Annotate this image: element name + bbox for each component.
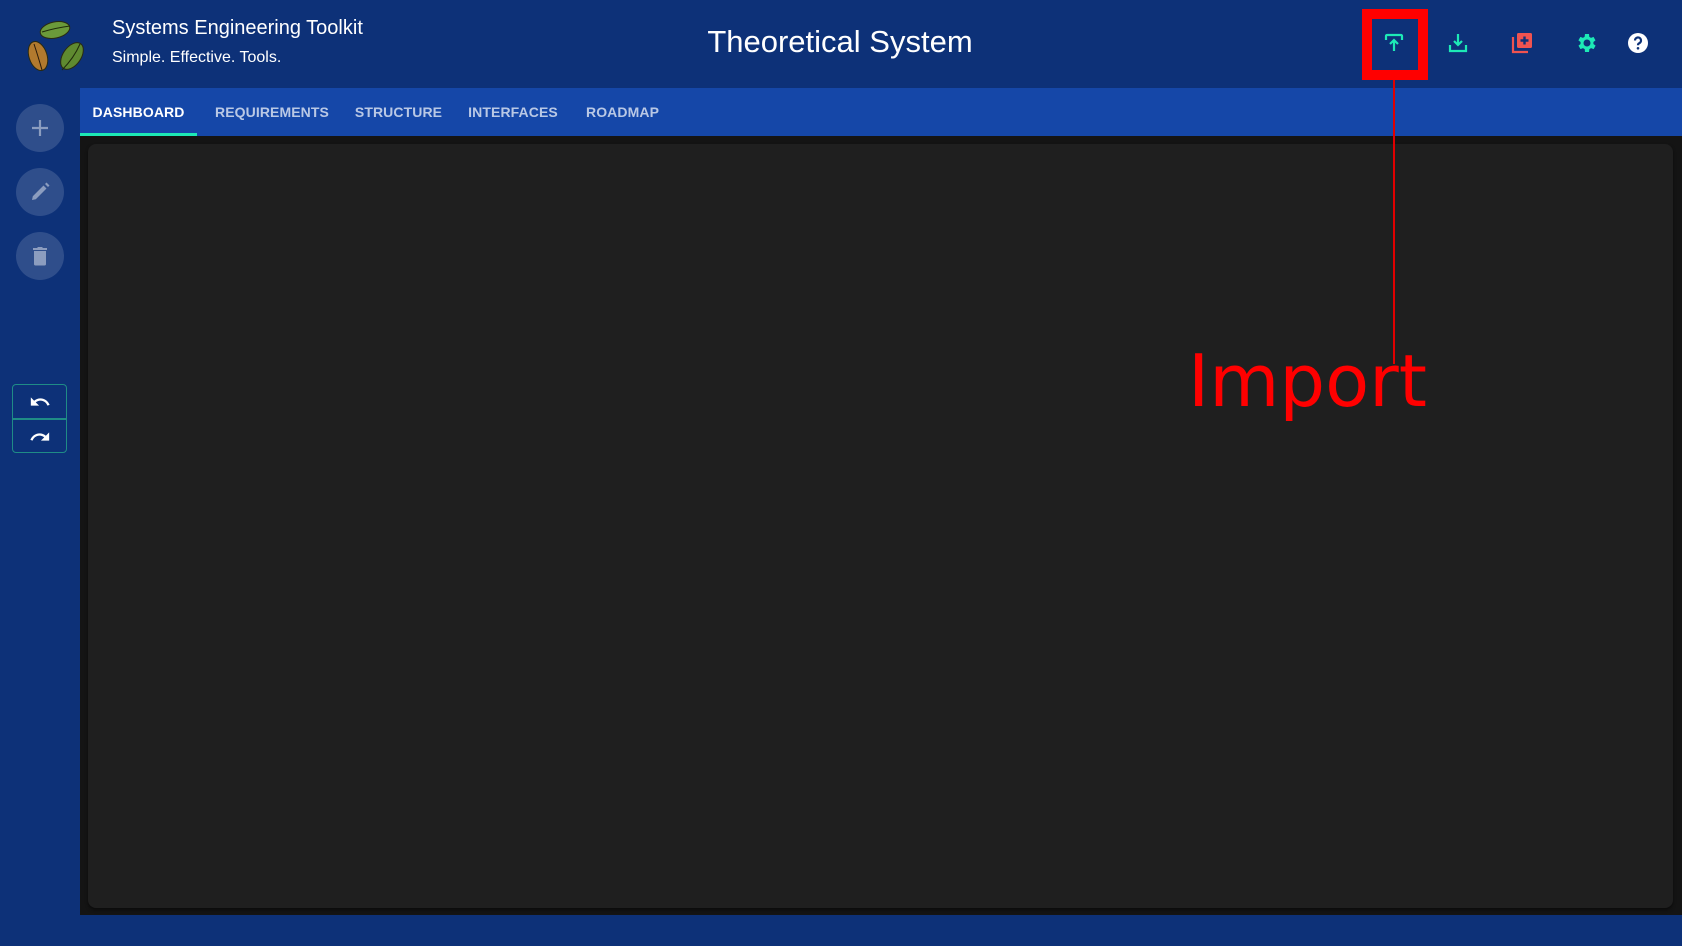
app-header: Systems Engineering Toolkit Simple. Effe… <box>0 0 1682 88</box>
plus-icon <box>32 120 48 136</box>
edit-button[interactable] <box>16 168 64 216</box>
tab-structure[interactable]: STRUCTURE <box>336 88 461 136</box>
tab-bar: DASHBOARD REQUIREMENTS STRUCTURE INTERFA… <box>80 88 1682 136</box>
trash-icon <box>33 247 47 266</box>
annotation-label: Import <box>1188 339 1427 423</box>
annotation-pointer-line <box>1393 80 1395 364</box>
help-button[interactable] <box>1624 29 1652 57</box>
dashboard-panel <box>88 144 1673 908</box>
delete-button[interactable] <box>16 232 64 280</box>
sidebar <box>0 88 80 946</box>
annotation-highlight-box <box>1362 9 1428 80</box>
undo-button[interactable] <box>13 385 66 418</box>
tab-interfaces[interactable]: INTERFACES <box>449 88 577 136</box>
settings-button[interactable] <box>1573 29 1601 57</box>
tab-requirements[interactable]: REQUIREMENTS <box>197 88 347 136</box>
redo-icon <box>29 431 49 441</box>
new-button[interactable] <box>1508 29 1536 57</box>
redo-button[interactable] <box>13 420 66 453</box>
main-content <box>80 136 1682 915</box>
download-icon <box>1448 34 1468 53</box>
tab-dashboard[interactable]: DASHBOARD <box>80 88 197 136</box>
history-group <box>12 384 67 453</box>
pencil-icon <box>32 182 50 200</box>
gear-icon <box>1578 34 1596 52</box>
add-button[interactable] <box>16 104 64 152</box>
export-button[interactable] <box>1444 29 1472 57</box>
undo-icon <box>30 396 50 406</box>
tab-roadmap[interactable]: ROADMAP <box>566 88 679 136</box>
help-icon <box>1628 33 1648 53</box>
document-title: Theoretical System <box>0 24 1682 60</box>
library-add-icon <box>1511 33 1532 54</box>
document-title-text: Theoretical System <box>707 24 973 59</box>
